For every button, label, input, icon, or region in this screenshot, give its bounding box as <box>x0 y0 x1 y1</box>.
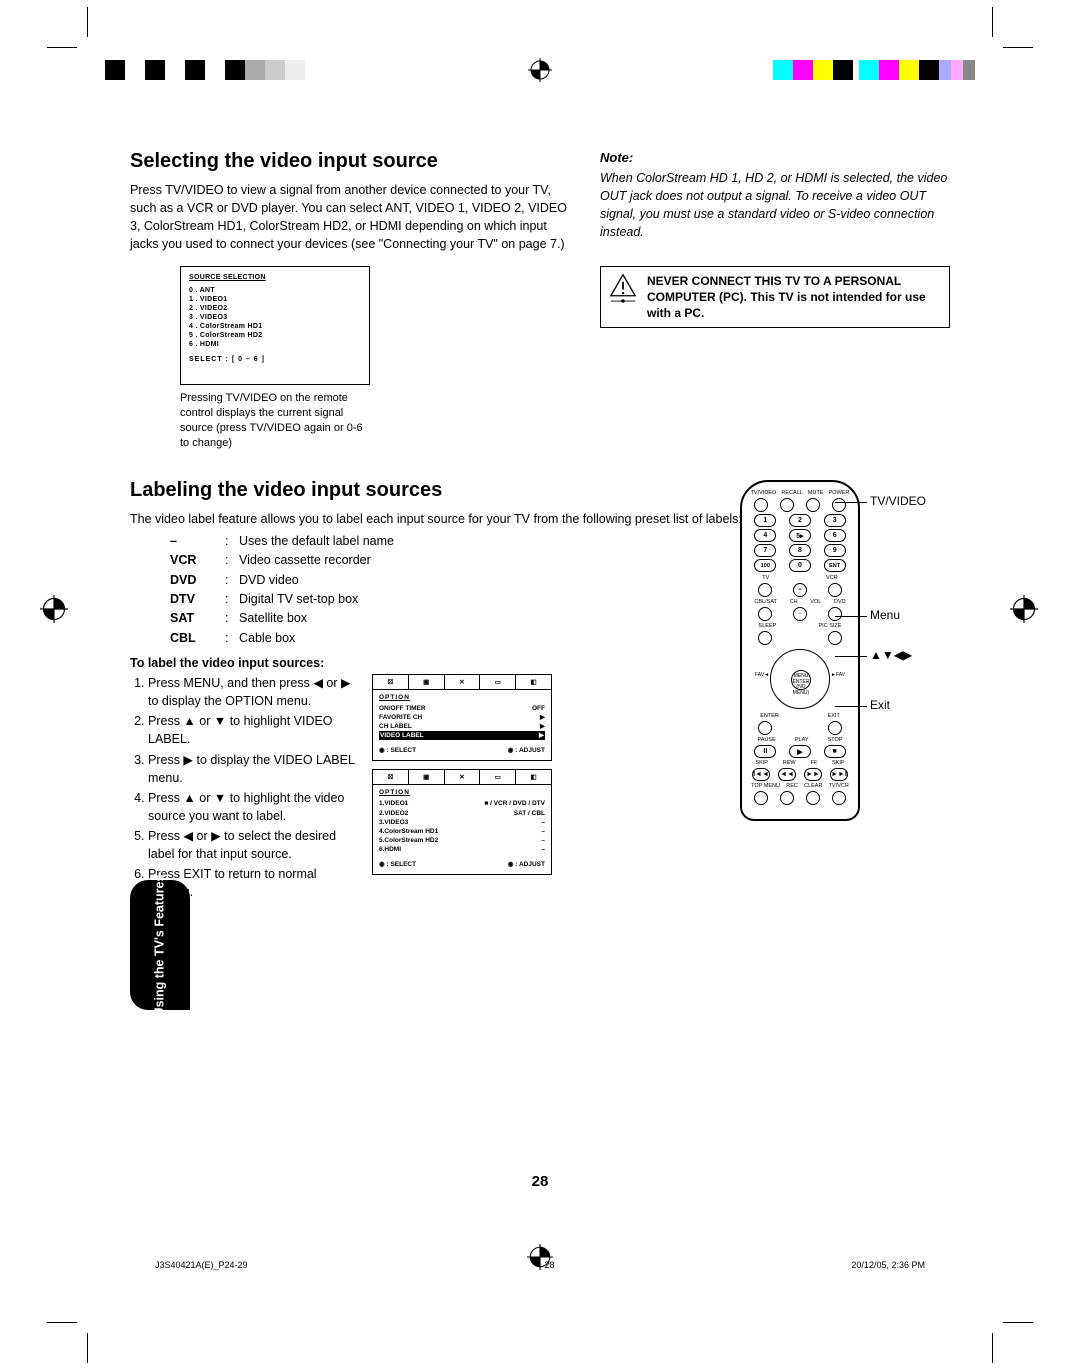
osd-option-menu-2: ☒▣✕▭◧ OPTION 1.VIDEO1■ / VCR / DVD / DTV… <box>372 769 552 875</box>
footer-page: 28 <box>544 1260 554 1270</box>
callout-exit: Exit <box>870 698 890 712</box>
osd-source-selection: SOURCE SELECTION 0 . ANT1 . VIDEO1 2 . V… <box>180 266 370 386</box>
para-selecting-source: Press TV/VIDEO to view a signal from ano… <box>130 181 570 254</box>
callout-menu: Menu <box>870 608 900 622</box>
chapter-tab: Using the TV's Features <box>130 880 190 1010</box>
callout-tvvideo: TV/VIDEO <box>870 494 926 508</box>
warning-icon <box>609 273 637 310</box>
steps-list: Press MENU, and then press ◀ or ▶ to dis… <box>130 674 360 904</box>
mini-osd-stack: ☒▣✕▭◧ OPTION ON/OFF TIMEROFF FAVORITE CH… <box>372 674 552 883</box>
registration-target-right <box>1010 595 1040 628</box>
heading-selecting-source: Selecting the video input source <box>130 150 570 173</box>
registration-marks-top <box>0 60 1080 80</box>
note-title: Note: <box>600 150 950 165</box>
osd-option-menu-1: ☒▣✕▭◧ OPTION ON/OFF TIMEROFF FAVORITE CH… <box>372 674 552 761</box>
remote-control-illustration: TV/VIDEORECALLMUTEPOWER 123 45▸6 789 100… <box>740 480 950 821</box>
footer-datetime: 20/12/05, 2:36 PM <box>851 1260 925 1270</box>
footer-filename: J3S40421A(E)_P24-29 <box>155 1260 248 1270</box>
page-number: 28 <box>0 1173 1080 1190</box>
page-content: Selecting the video input source Press T… <box>130 150 950 904</box>
note-body: When ColorStream HD 1, HD 2, or HDMI is … <box>600 169 950 242</box>
warning-box: NEVER CONNECT THIS TV TO A PERSONAL COMP… <box>600 266 950 329</box>
footer-meta: J3S40421A(E)_P24-29 28 20/12/05, 2:36 PM <box>155 1260 925 1270</box>
callout-arrows: ▲▼◀▶ <box>870 648 912 662</box>
caption-osd: Pressing TV/VIDEO on the remote control … <box>180 391 370 450</box>
registration-target-left <box>40 595 70 628</box>
